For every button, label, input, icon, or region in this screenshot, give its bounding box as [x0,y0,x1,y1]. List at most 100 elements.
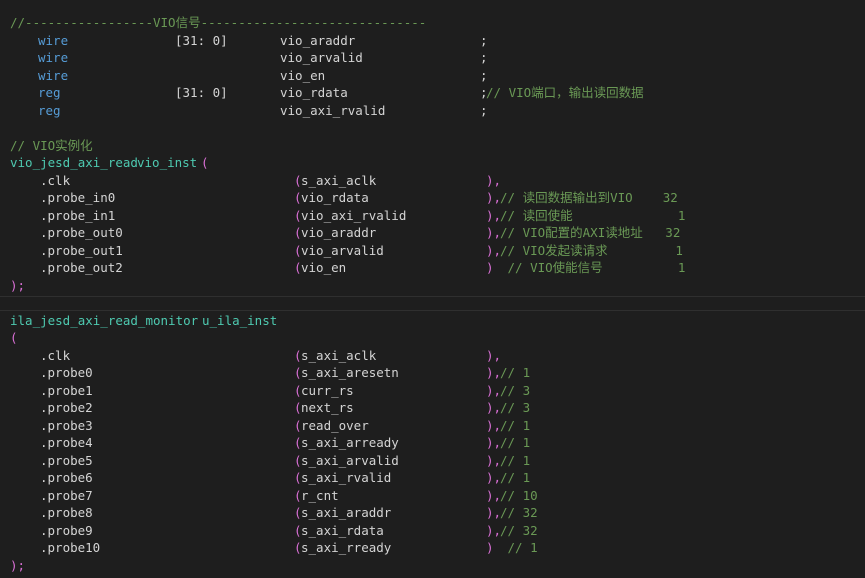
code-line-ila-port: .probe8(s_axi_araddr),// 32 [0,504,865,522]
declaration-keyword: wire [38,67,69,83]
port-signal: vio_arvalid [301,242,384,258]
code-line-declaration: reg vio_axi_rvalid; [0,102,865,120]
declaration-name: vio_arvalid [280,50,363,65]
port-signal: s_axi_rready [301,540,392,555]
port-name: .probe3 [40,417,93,433]
code-line-vio-port: .probe_in0(vio_rdata),// 读回数据输出到VIO 32 [0,189,865,207]
code-editor[interactable]: //-----------------VIO信号----------------… [0,0,865,578]
port-close: ), [486,417,502,433]
code-line-ila-module: ila_jesd_axi_read_monitor u_ila_inst [0,312,865,330]
port-comment: // 1 [500,452,531,468]
declaration-keyword: wire [38,50,69,65]
code-line-ila-port: .probe5(s_axi_arvalid),// 1 [0,452,865,470]
port-name: .probe2 [40,400,93,415]
port-close: ), [486,172,502,188]
code-line-vio-close: ); [0,277,865,295]
code-line-vio-comment: // VIO实例化 [0,137,865,155]
code-line-declaration: reg [31: 0] vio_rdata;// VIO端口，输出读回数据 [0,84,865,102]
code-line-ila-port: .probe9(s_axi_rdata),// 32 [0,522,865,540]
code-line-ila-port: .probe6(s_axi_rvalid),// 1 [0,469,865,487]
port-comment: // 读回数据输出到VIO 32 [500,190,678,205]
declaration-keyword: wire [38,32,69,48]
header-comment: //-----------------VIO信号----------------… [10,15,427,30]
port-close: ), [486,522,502,538]
port-comment: // VIO发起读请求 1 [500,242,683,258]
port-comment: // 1 [500,540,538,555]
code-line-ila-port: .probe4(s_axi_arready),// 1 [0,434,865,452]
code-line-ila-port: .probe2(next_rs),// 3 [0,399,865,417]
code-line-vio-port: .probe_out1(vio_arvalid),// VIO发起读请求 1 [0,242,865,260]
port-comment: // VIO配置的AXI读地址 32 [500,225,681,240]
port-name: .probe4 [40,435,93,450]
port-close: ), [486,382,502,398]
port-signal: s_axi_rdata [301,522,384,538]
port-close: ), [486,505,502,520]
port-signal: vio_en [301,260,347,275]
port-signal: vio_axi_rvalid [301,207,407,223]
port-close: ), [486,470,502,485]
port-comment: // 1 [500,365,531,380]
ila-close: ); [10,557,26,573]
code-line-declaration: wire vio_arvalid; [0,49,865,67]
port-signal: s_axi_araddr [301,505,392,520]
declaration-semicolon: ; [480,50,488,65]
port-signal: s_axi_aresetn [301,365,399,380]
port-name: .clk [40,347,71,363]
declaration-name: vio_en [280,67,326,83]
port-comment: // 10 [500,487,538,503]
ila-instance-name: u_ila_inst [202,312,278,328]
declaration-keyword: reg [38,102,61,118]
port-comment: // 3 [500,400,531,415]
declaration-semicolon: ; [480,102,488,118]
port-signal: curr_rs [301,382,354,398]
port-comment: // 32 [500,505,538,520]
code-line-declaration: wire vio_en; [0,67,865,85]
port-name: .probe_out0 [40,225,123,240]
port-signal: read_over [301,417,369,433]
port-close: ), [486,487,502,503]
port-close: ), [486,225,502,240]
port-signal: s_axi_arready [301,435,399,450]
port-name: .probe_in0 [40,190,116,205]
code-line-vio-port: .clk(s_axi_aclk), [0,172,865,190]
code-line-ila-port: .probe0(s_axi_aresetn),// 1 [0,364,865,382]
port-comment: // 1 [500,435,531,450]
section-divider [0,296,865,297]
port-name: .probe_out2 [40,260,123,275]
port-close: ), [486,435,502,450]
code-line-ila-port: .probe7(r_cnt),// 10 [0,487,865,505]
port-close: ) [486,540,494,555]
declaration-range: [31: 0] [175,32,228,48]
port-signal: s_axi_aclk [301,347,377,363]
declaration-keyword: reg [38,85,61,100]
code-line-ila-port: .clk(s_axi_aclk), [0,347,865,365]
port-name: .probe10 [40,540,101,555]
port-signal: vio_rdata [301,190,369,205]
port-signal: s_axi_aclk [301,172,377,188]
port-close: ) [486,260,494,275]
declaration-range: [31: 0] [175,85,228,100]
port-name: .probe5 [40,452,93,468]
code-line-vio-port: .probe_out2(vio_en) // VIO使能信号 1 [0,259,865,277]
vio-module-name: vio_jesd_axi_read [10,155,138,170]
vio-comment: // VIO实例化 [10,137,93,153]
port-comment: // VIO使能信号 1 [500,260,686,275]
code-line-header-comment: //-----------------VIO信号----------------… [0,14,865,32]
ila-module-name: ila_jesd_axi_read_monitor [10,312,199,328]
port-name: .probe7 [40,487,93,503]
port-close: ), [486,365,502,380]
port-name: .probe9 [40,522,93,538]
port-name: .probe1 [40,382,93,398]
vio-open-paren: ( [201,155,209,170]
vio-instance-name: vio_inst [137,155,198,170]
declaration-semicolon: ; [480,32,488,48]
declaration-comment: // VIO端口，输出读回数据 [486,85,644,100]
vio-close: ); [10,277,26,293]
code-line-vio-port: .probe_in1(vio_axi_rvalid),// 读回使能 1 [0,207,865,225]
port-name: .probe8 [40,505,93,520]
port-name: .probe0 [40,365,93,380]
port-close: ), [486,347,502,363]
port-name: .probe_in1 [40,207,116,223]
port-comment: // 32 [500,522,538,538]
port-comment: // 1 [500,470,531,485]
